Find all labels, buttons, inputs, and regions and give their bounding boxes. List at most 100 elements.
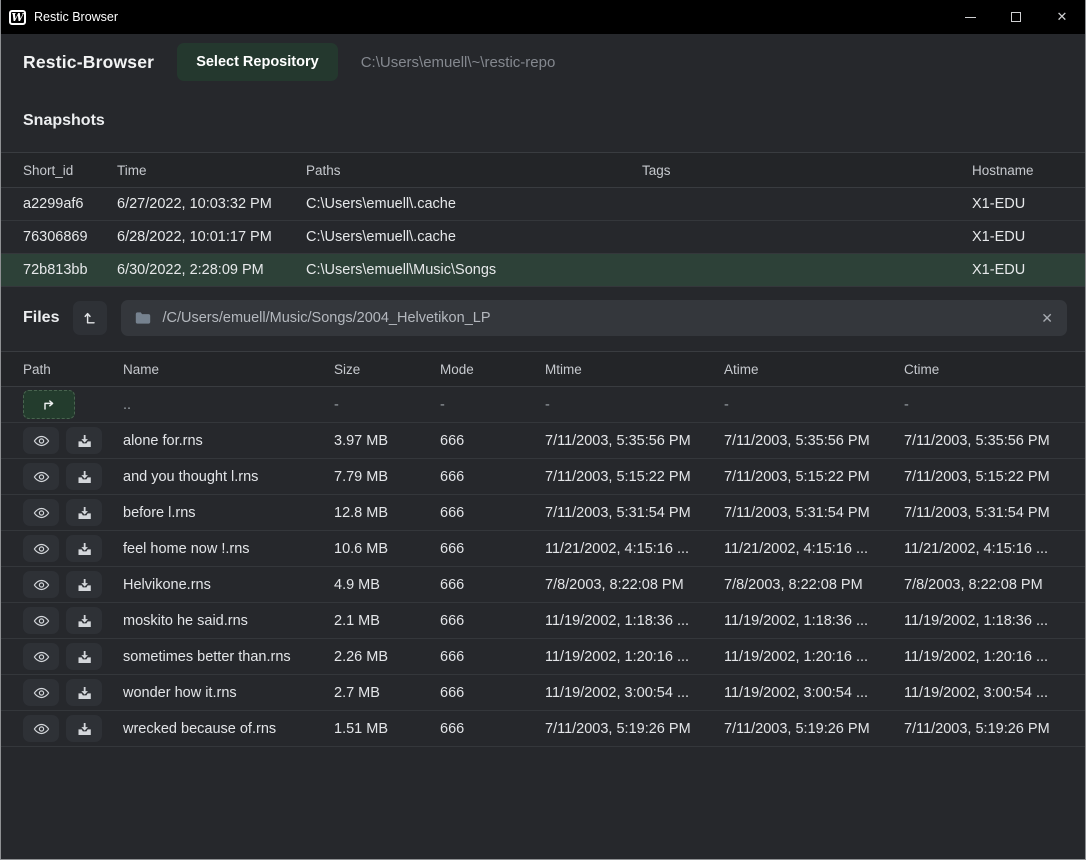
file-actions (23, 643, 123, 670)
eye-icon (33, 506, 50, 520)
snapshot-short-id: 76306869 (23, 229, 117, 245)
snapshot-hostname: X1-EDU (972, 262, 1085, 278)
snapshot-row[interactable]: 72b813bb 6/30/2022, 2:28:09 PM C:\Users\… (1, 254, 1085, 287)
close-icon: ✕ (1057, 9, 1068, 25)
download-icon (77, 578, 92, 592)
col-time: Time (117, 163, 306, 178)
col-mode: Mode (440, 362, 545, 377)
snapshot-time: 6/27/2022, 10:03:32 PM (117, 196, 306, 212)
file-actions (23, 427, 123, 454)
col-atime: Atime (724, 362, 904, 377)
col-mtime: Mtime (545, 362, 724, 377)
col-hostname: Hostname (972, 163, 1085, 178)
file-ctime: 7/11/2003, 5:15:22 PM (904, 469, 1085, 485)
current-path-value: /C/Users/emuell/Music/Songs/2004_Helveti… (162, 310, 490, 326)
download-file-button[interactable] (66, 643, 102, 670)
snapshot-paths: C:\Users\emuell\Music\Songs (306, 262, 642, 278)
files-toolbar: Files /C/Users/emuell/Music/Songs/2004_H… (1, 300, 1067, 336)
file-name: feel home now !.rns (123, 541, 334, 557)
download-file-button[interactable] (66, 715, 102, 742)
file-name: sometimes better than.rns (123, 649, 334, 665)
file-ctime: 7/11/2003, 5:19:26 PM (904, 721, 1085, 737)
file-mtime: 11/19/2002, 3:00:54 ... (545, 685, 724, 701)
close-button[interactable]: ✕ (1039, 0, 1085, 34)
select-repository-button[interactable]: Select Repository (177, 43, 338, 81)
snapshot-row[interactable]: a2299af6 6/27/2022, 10:03:32 PM C:\Users… (1, 188, 1085, 221)
file-size: 2.7 MB (334, 685, 440, 701)
current-path-input[interactable]: /C/Users/emuell/Music/Songs/2004_Helveti… (121, 300, 1067, 336)
parent-directory-button[interactable] (23, 390, 75, 419)
file-mtime: 7/11/2003, 5:35:56 PM (545, 433, 724, 449)
file-row[interactable]: .. - - - - - (1, 387, 1085, 423)
file-actions (23, 607, 123, 634)
file-row[interactable]: Helvikone.rns 4.9 MB 666 7/8/2003, 8:22:… (1, 567, 1085, 603)
snapshot-hostname: X1-EDU (972, 196, 1085, 212)
file-ctime: 11/21/2002, 4:15:16 ... (904, 541, 1085, 557)
snapshots-table-body: a2299af6 6/27/2022, 10:03:32 PM C:\Users… (1, 188, 1085, 287)
preview-file-button[interactable] (23, 715, 59, 742)
file-row[interactable]: alone for.rns 3.97 MB 666 7/11/2003, 5:3… (1, 423, 1085, 459)
snapshot-time: 6/28/2022, 10:01:17 PM (117, 229, 306, 245)
file-row[interactable]: wonder how it.rns 2.7 MB 666 11/19/2002,… (1, 675, 1085, 711)
file-ctime: 11/19/2002, 1:20:16 ... (904, 649, 1085, 665)
preview-file-button[interactable] (23, 535, 59, 562)
file-row[interactable]: wrecked because of.rns 1.51 MB 666 7/11/… (1, 711, 1085, 747)
file-size: 4.9 MB (334, 577, 440, 593)
file-atime: 7/11/2003, 5:19:26 PM (724, 721, 904, 737)
file-ctime: 11/19/2002, 3:00:54 ... (904, 685, 1085, 701)
file-row[interactable]: moskito he said.rns 2.1 MB 666 11/19/200… (1, 603, 1085, 639)
repository-path: C:\Users\emuell\~\restic-repo (361, 54, 556, 71)
file-actions (23, 499, 123, 526)
file-mode: 666 (440, 613, 545, 629)
file-row[interactable]: and you thought l.rns 7.79 MB 666 7/11/2… (1, 459, 1085, 495)
snapshot-paths: C:\Users\emuell\.cache (306, 229, 642, 245)
file-size: 2.1 MB (334, 613, 440, 629)
file-row[interactable]: sometimes better than.rns 2.26 MB 666 11… (1, 639, 1085, 675)
file-atime: 11/19/2002, 3:00:54 ... (724, 685, 904, 701)
download-file-button[interactable] (66, 535, 102, 562)
download-file-button[interactable] (66, 499, 102, 526)
file-row[interactable]: feel home now !.rns 10.6 MB 666 11/21/20… (1, 531, 1085, 567)
file-name: before l.rns (123, 505, 334, 521)
snapshot-short-id: a2299af6 (23, 196, 117, 212)
minimize-button[interactable] (947, 0, 993, 34)
file-ctime: 7/11/2003, 5:35:56 PM (904, 433, 1085, 449)
download-file-button[interactable] (66, 607, 102, 634)
eye-icon (33, 434, 50, 448)
preview-file-button[interactable] (23, 643, 59, 670)
preview-file-button[interactable] (23, 463, 59, 490)
preview-file-button[interactable] (23, 571, 59, 598)
download-file-button[interactable] (66, 463, 102, 490)
download-file-button[interactable] (66, 679, 102, 706)
file-row[interactable]: before l.rns 12.8 MB 666 7/11/2003, 5:31… (1, 495, 1085, 531)
download-icon (77, 470, 92, 484)
file-actions (23, 463, 123, 490)
window-controls: ✕ (947, 0, 1085, 34)
file-size: 7.79 MB (334, 469, 440, 485)
preview-file-button[interactable] (23, 499, 59, 526)
file-mtime: 7/8/2003, 8:22:08 PM (545, 577, 724, 593)
preview-file-button[interactable] (23, 607, 59, 634)
download-icon (77, 434, 92, 448)
download-file-button[interactable] (66, 427, 102, 454)
download-icon (77, 614, 92, 628)
file-mtime: 7/11/2003, 5:15:22 PM (545, 469, 724, 485)
files-heading: Files (23, 309, 59, 327)
maximize-icon (1011, 12, 1021, 22)
eye-icon (33, 614, 50, 628)
maximize-button[interactable] (993, 0, 1039, 34)
eye-icon (33, 542, 50, 556)
clear-path-button[interactable]: ✕ (1041, 310, 1053, 327)
file-atime: - (724, 397, 904, 413)
snapshot-row[interactable]: 76306869 6/28/2022, 10:01:17 PM C:\Users… (1, 221, 1085, 254)
preview-file-button[interactable] (23, 427, 59, 454)
download-file-button[interactable] (66, 571, 102, 598)
file-size: - (334, 397, 440, 413)
snapshot-time: 6/30/2022, 2:28:09 PM (117, 262, 306, 278)
app-logo-icon: W (9, 10, 26, 25)
file-mode: 666 (440, 469, 545, 485)
download-icon (77, 542, 92, 556)
go-root-button[interactable] (73, 301, 107, 335)
preview-file-button[interactable] (23, 679, 59, 706)
col-paths: Paths (306, 163, 642, 178)
